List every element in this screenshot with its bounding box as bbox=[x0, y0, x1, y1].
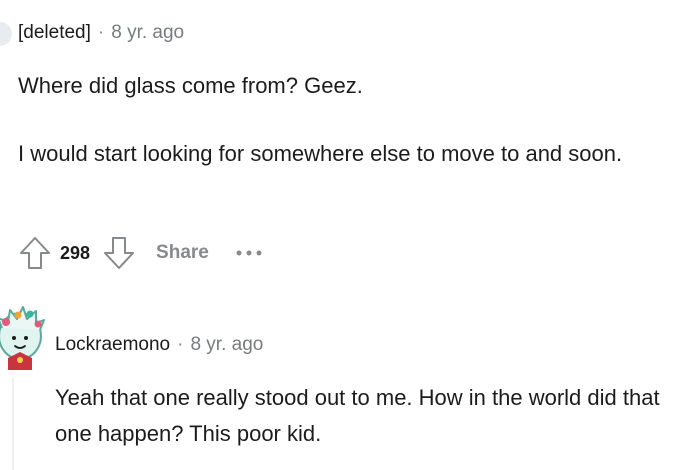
upvote-icon[interactable] bbox=[18, 234, 52, 272]
comment-1-actions: 298 Share bbox=[18, 234, 263, 272]
comment-timestamp[interactable]: 8 yr. ago bbox=[111, 22, 184, 44]
comment-1-paragraph-2: I would start looking for somewhere else… bbox=[18, 141, 623, 166]
more-options-button[interactable] bbox=[235, 234, 263, 272]
meta-separator: · bbox=[177, 334, 184, 355]
comment-1-meta: [deleted] · 8 yr. ago bbox=[18, 22, 184, 44]
comment-1-paragraph-1: Where did glass come from? Geez. bbox=[18, 73, 363, 98]
ellipsis-icon bbox=[236, 250, 262, 256]
avatar[interactable] bbox=[0, 300, 48, 370]
comment-author: [deleted] bbox=[18, 22, 91, 43]
comment-timestamp[interactable]: 8 yr. ago bbox=[190, 334, 263, 356]
comment-author[interactable]: Lockraemono bbox=[55, 334, 170, 356]
meta-separator: · bbox=[97, 22, 105, 43]
vote-score: 298 bbox=[60, 242, 91, 263]
comment-2-body: Yeah that one really stood out to me. Ho… bbox=[55, 385, 660, 446]
share-button[interactable]: Share bbox=[156, 242, 209, 264]
comment-2-meta: Lockraemono · 8 yr. ago bbox=[55, 334, 263, 356]
thread-line[interactable] bbox=[12, 378, 14, 470]
avatar-deleted bbox=[0, 22, 12, 46]
downvote-icon[interactable] bbox=[102, 234, 136, 272]
